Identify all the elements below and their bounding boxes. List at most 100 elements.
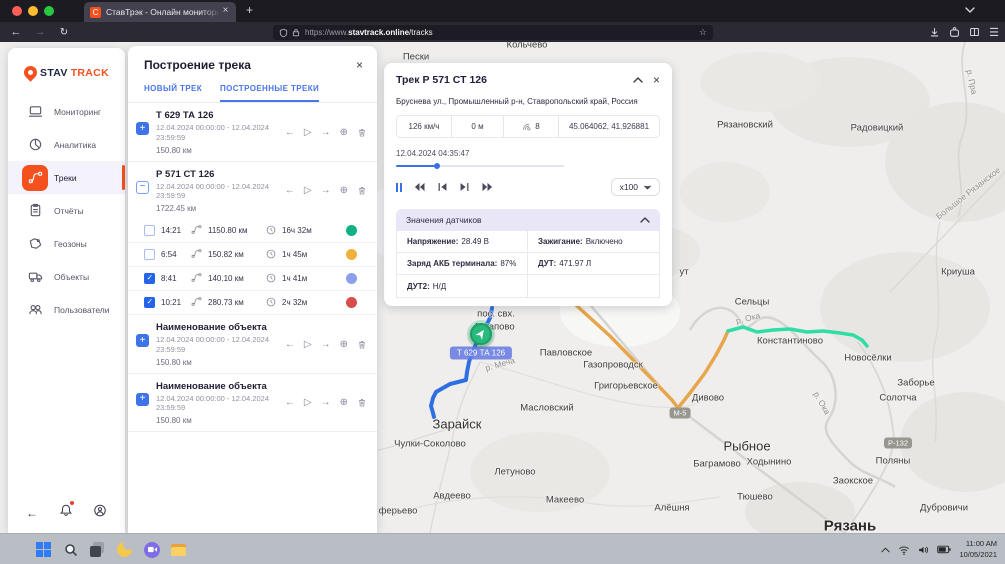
sidebar-item-monitoring[interactable]: Мониторинг — [8, 95, 125, 128]
clock-widget[interactable]: 11:00 AM 10/05/2021 — [959, 539, 997, 559]
step-forward-icon[interactable] — [459, 182, 470, 192]
segment-checkbox[interactable] — [144, 273, 155, 284]
track-row[interactable]: + Т 629 ТА 126 12.04.2024 00:00:00 - 12.… — [128, 103, 377, 162]
tab-new-track[interactable]: НОВЫЙ ТРЕК — [144, 84, 202, 102]
window-minimize-button[interactable] — [28, 6, 38, 16]
bookmark-star-icon[interactable]: ☆ — [699, 27, 707, 38]
vehicle-marker[interactable] — [470, 323, 492, 345]
search-icon[interactable] — [63, 542, 79, 558]
step-back-icon[interactable] — [437, 182, 448, 192]
moon-app-icon[interactable] — [117, 542, 133, 558]
timeline-thumb[interactable] — [434, 163, 440, 169]
segment-time: 10:21 — [161, 298, 185, 307]
task-view-icon[interactable] — [90, 542, 106, 558]
profile-icon[interactable] — [93, 503, 107, 523]
pin-plus-icon[interactable]: ⊕ — [340, 185, 348, 196]
sensors-header[interactable]: Значения датчиков — [396, 209, 660, 231]
close-icon[interactable]: × — [356, 58, 363, 72]
pause-icon[interactable] — [396, 183, 402, 192]
rewind-icon[interactable] — [413, 182, 426, 192]
sidebar-item-reports[interactable]: Отчёты — [8, 194, 125, 227]
segment-row[interactable]: 10:21 280.73 км 2ч 32м — [128, 291, 377, 315]
timeline-slider[interactable] — [396, 165, 564, 167]
extensions-icon[interactable] — [949, 26, 960, 38]
prev-arrow-icon[interactable]: ← — [285, 339, 295, 350]
forward-button[interactable]: → — [32, 26, 48, 38]
track-orange — [566, 296, 728, 408]
window-close-button[interactable] — [12, 6, 22, 16]
collapse-chevron-icon[interactable] — [633, 77, 643, 83]
segment-checkbox[interactable] — [144, 225, 155, 236]
route-icon — [191, 246, 202, 264]
tab-close-icon[interactable]: × — [219, 5, 232, 16]
tray-chevron-icon[interactable] — [881, 547, 890, 553]
segment-row[interactable]: 8:41 140.10 км 1ч 41м — [128, 267, 377, 291]
pin-plus-icon[interactable]: ⊕ — [340, 127, 348, 138]
windows-start-icon[interactable] — [36, 542, 52, 558]
url-text[interactable]: https://www.stavtrack.online/tracks — [305, 28, 433, 37]
speed-select[interactable]: x100 — [611, 178, 660, 196]
play-icon[interactable]: ▷ — [304, 127, 312, 138]
prev-arrow-icon[interactable]: ← — [285, 397, 295, 408]
collapse-chevron-icon[interactable] — [640, 217, 650, 223]
sidebar-item-objects[interactable]: Объекты — [8, 260, 125, 293]
segment-row[interactable]: 6:54 150.82 км 1ч 45м — [128, 243, 377, 267]
download-icon[interactable] — [929, 26, 940, 38]
shield-icon[interactable] — [279, 28, 288, 38]
window-zoom-button[interactable] — [44, 6, 54, 16]
next-arrow-icon[interactable]: → — [321, 397, 331, 408]
trash-icon[interactable] — [357, 339, 367, 350]
collapse-icon[interactable]: − — [136, 181, 149, 194]
play-icon[interactable]: ▷ — [304, 185, 312, 196]
prev-arrow-icon[interactable]: ← — [285, 127, 295, 138]
segment-checkbox[interactable] — [144, 297, 155, 308]
vehicle-marker-label[interactable]: Т 629 ТА 126 — [450, 347, 512, 360]
track-builder-panel: Построение трека × НОВЫЙ ТРЕК ПОСТРОЕННЫ… — [128, 46, 377, 533]
play-icon[interactable]: ▷ — [304, 397, 312, 408]
expand-icon[interactable]: + — [136, 122, 149, 135]
new-tab-button[interactable]: + — [246, 3, 253, 17]
trash-icon[interactable] — [357, 397, 367, 408]
play-icon[interactable]: ▷ — [304, 339, 312, 350]
segment-checkbox[interactable] — [144, 249, 155, 260]
sidebar-item-analytics[interactable]: Аналитика — [8, 128, 125, 161]
trash-icon[interactable] — [357, 127, 367, 138]
volume-icon[interactable] — [918, 545, 929, 555]
prev-arrow-icon[interactable]: ← — [285, 185, 295, 196]
expand-icon[interactable]: + — [136, 393, 149, 406]
next-arrow-icon[interactable]: → — [321, 185, 331, 196]
sidebar-item-tracks[interactable]: Треки — [8, 161, 125, 194]
sidebar-item-geozones[interactable]: Геозоны — [8, 227, 125, 260]
file-explorer-icon[interactable] — [171, 542, 187, 558]
url-bar[interactable]: https://www.stavtrack.online/tracks ☆ — [273, 25, 713, 40]
lock-icon[interactable] — [292, 28, 300, 37]
reload-button[interactable]: ↻ — [56, 27, 72, 38]
edge-browser-icon[interactable] — [198, 542, 214, 558]
wifi-icon[interactable] — [898, 545, 910, 555]
next-arrow-icon[interactable]: → — [321, 339, 331, 350]
segment-row[interactable]: 14:21 1150.80 км 16ч 32м — [128, 219, 377, 243]
chevron-down-icon[interactable] — [965, 7, 975, 14]
trash-icon[interactable] — [357, 185, 367, 196]
expand-icon[interactable]: + — [136, 334, 149, 347]
notifications-bell-icon[interactable] — [59, 503, 73, 523]
sidebar-item-users[interactable]: Пользователи — [8, 293, 125, 326]
video-app-icon[interactable] — [144, 542, 160, 558]
next-arrow-icon[interactable]: → — [321, 127, 331, 138]
track-row[interactable]: − Р 571 СТ 126 12.04.2024 00:00:00 - 12.… — [128, 162, 377, 220]
track-row[interactable]: + Наименование объекта 12.04.2024 00:00:… — [128, 374, 377, 433]
route-icon — [22, 165, 48, 191]
back-button[interactable]: ← — [8, 26, 24, 38]
sidebar-book-icon[interactable] — [969, 26, 980, 38]
track-row[interactable]: + Наименование объекта 12.04.2024 00:00:… — [128, 315, 377, 374]
close-icon[interactable]: × — [653, 73, 660, 87]
tab-built-tracks[interactable]: ПОСТРОЕННЫЕ ТРЕКИ — [220, 84, 319, 102]
fast-forward-icon[interactable] — [481, 182, 494, 192]
battery-icon[interactable] — [937, 545, 951, 554]
pin-plus-icon[interactable]: ⊕ — [340, 397, 348, 408]
collapse-sidebar-icon[interactable]: ← — [26, 506, 38, 520]
sensor-cell: ДУТ2:Н/Д — [397, 275, 528, 297]
browser-tab[interactable]: С СтавТрэк - Онлайн мониторин × — [84, 2, 236, 22]
menu-icon[interactable]: ☰ — [989, 26, 999, 39]
pin-plus-icon[interactable]: ⊕ — [340, 339, 348, 350]
